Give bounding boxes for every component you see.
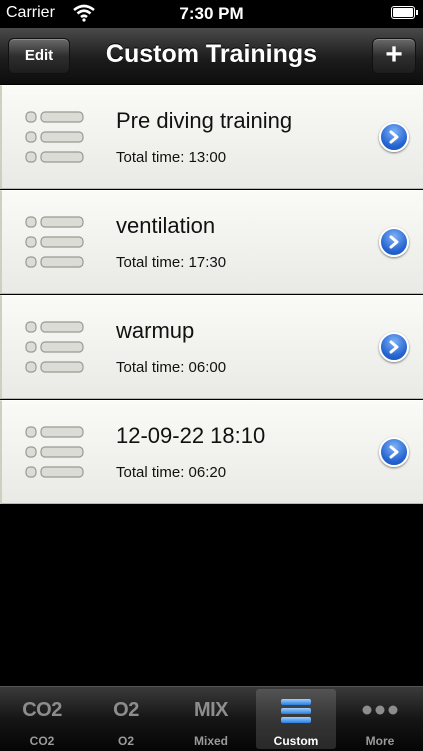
tab-label: Custom [273, 734, 319, 748]
battery-icon [391, 6, 418, 19]
more-icon [362, 705, 398, 715]
co2-icon: CO2 [22, 699, 62, 721]
training-total-time: Total time: 06:00 [116, 359, 227, 376]
tab-label: Mixed [193, 734, 228, 748]
tab-co2[interactable]: CO2 CO2 [2, 689, 82, 749]
training-list: Pre diving training Total time: 13:00 ve… [0, 85, 423, 504]
clock: 7:30 PM [179, 4, 244, 23]
plus-icon: + [385, 37, 403, 71]
tab-label: O2 [117, 734, 134, 748]
tab-bar: CO2 CO2 O2 O2 MIX Mixed Custom More [0, 686, 423, 751]
tab-label: More [365, 734, 395, 748]
stack-icon [281, 699, 311, 723]
training-title: warmup [116, 318, 195, 343]
tab-more[interactable]: More [340, 689, 420, 749]
training-title: Pre diving training [116, 108, 293, 133]
add-training-button[interactable]: + [372, 38, 416, 74]
training-row[interactable]: 12-09-22 18:10 Total time: 06:20 [0, 400, 423, 504]
list-icon [25, 426, 84, 478]
training-total-time: Total time: 06:20 [116, 464, 227, 481]
status-bar: Carrier 7:30 PM [0, 0, 423, 28]
training-title: 12-09-22 18:10 [116, 423, 266, 448]
list-icon [25, 216, 84, 268]
chevron-right-icon[interactable] [379, 437, 409, 467]
chevron-right-icon[interactable] [379, 227, 409, 257]
chevron-right-icon[interactable] [379, 122, 409, 152]
tab-o2[interactable]: O2 O2 [86, 689, 166, 749]
list-icon [25, 321, 84, 373]
training-row[interactable]: Pre diving training Total time: 13:00 [0, 85, 423, 189]
page-title: Custom Trainings [105, 40, 318, 68]
training-title: ventilation [116, 213, 216, 238]
o2-icon: O2 [113, 699, 139, 721]
training-row[interactable]: warmup Total time: 06:00 [0, 295, 423, 399]
tab-label: CO2 [29, 734, 55, 748]
training-row[interactable]: ventilation Total time: 17:30 [0, 190, 423, 294]
tab-mixed[interactable]: MIX Mixed [171, 689, 251, 749]
navigation-bar: Edit Custom Trainings + [0, 28, 423, 85]
chevron-right-icon[interactable] [379, 332, 409, 362]
mix-icon: MIX [193, 699, 229, 721]
training-total-time: Total time: 17:30 [116, 254, 227, 271]
list-icon [25, 111, 84, 163]
training-total-time: Total time: 13:00 [116, 149, 227, 166]
tab-custom[interactable]: Custom [256, 689, 336, 749]
